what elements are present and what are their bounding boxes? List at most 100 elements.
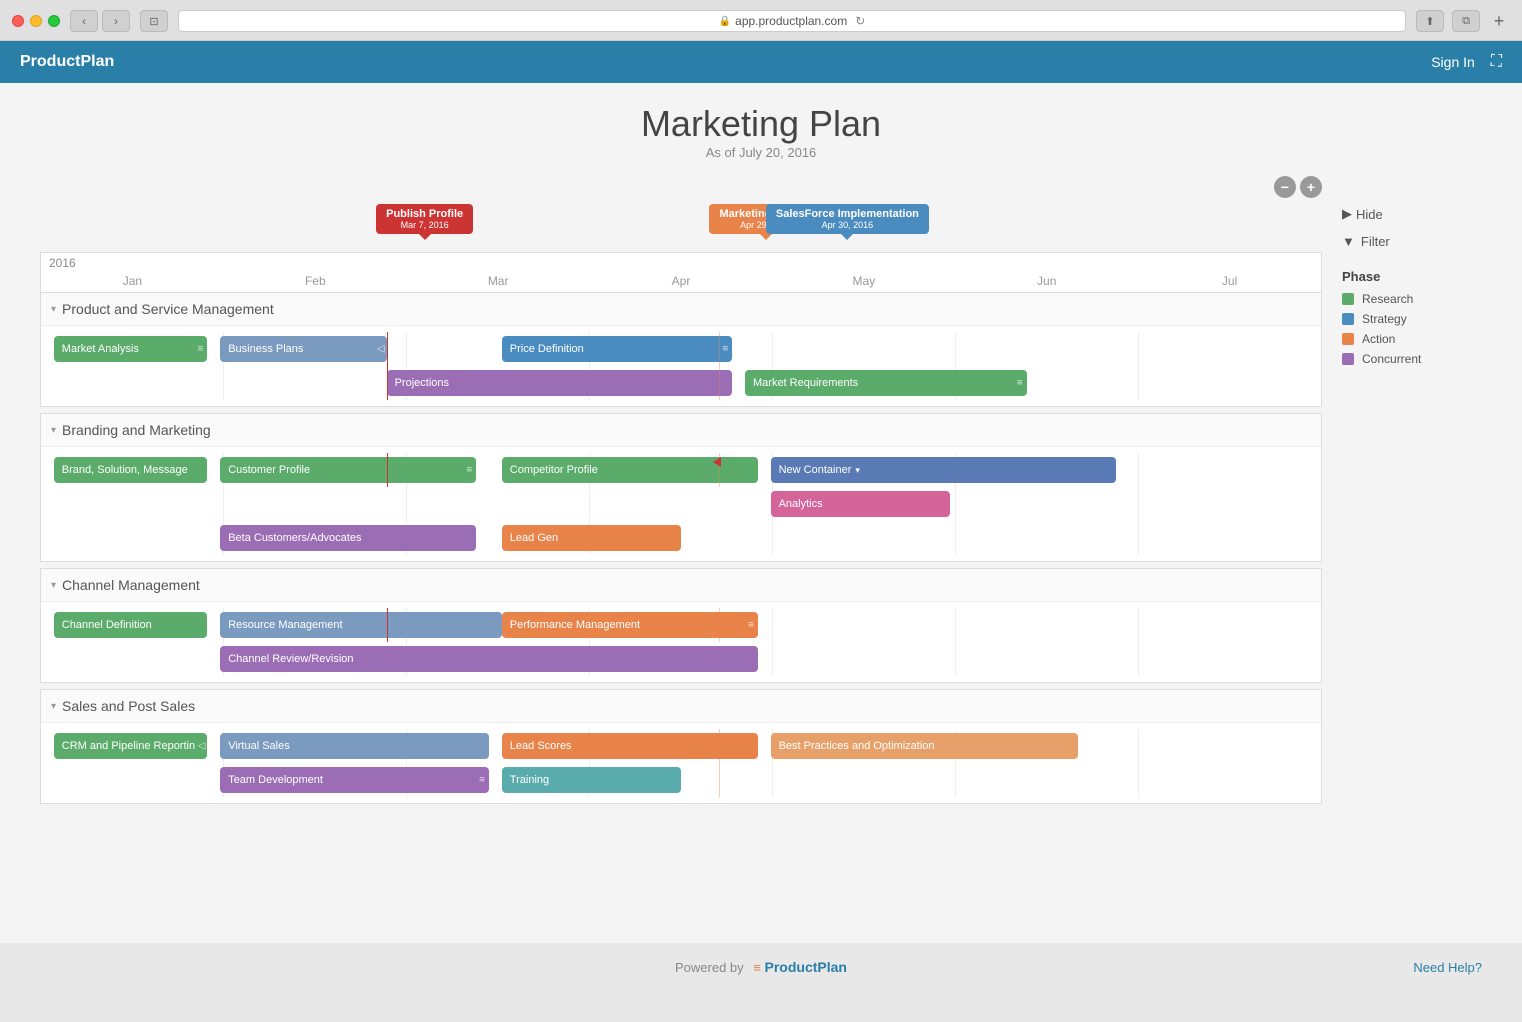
browser-chrome: ‹ › ⊡ 🔒 app.productplan.com ↻ ⬆ ⧉ + bbox=[0, 0, 1522, 41]
collapse-icon[interactable]: ▾ bbox=[51, 425, 56, 436]
bar-channel-review[interactable]: Channel Review/Revision bbox=[220, 646, 758, 672]
bar-new-container[interactable]: New Container ▾ bbox=[771, 457, 1117, 483]
gantt-row: Market Analysis ≡ Business Plans ◁ Price… bbox=[41, 332, 1321, 366]
flag-icon bbox=[713, 457, 721, 467]
expand-icon[interactable]: ⛶ bbox=[1491, 53, 1502, 71]
filter-button[interactable]: ▼ Filter bbox=[1342, 234, 1482, 249]
bar-resource-management[interactable]: Resource Management bbox=[220, 612, 502, 638]
forward-button[interactable]: › bbox=[102, 10, 130, 32]
bar-label: Best Practices and Optimization bbox=[779, 740, 935, 752]
brand-logo: ≡ ProductPlan bbox=[753, 960, 847, 975]
bar-crm-pipeline[interactable]: CRM and Pipeline Reportin ◁ bbox=[54, 733, 208, 759]
back-button[interactable]: ‹ bbox=[70, 10, 98, 32]
bar-menu-icon3[interactable]: ≡ bbox=[1017, 378, 1023, 389]
bar-market-analysis[interactable]: Market Analysis ≡ bbox=[54, 336, 208, 362]
bar-label: Competitor Profile bbox=[510, 464, 598, 476]
section-product-service: ▾ Product and Service Management bbox=[40, 292, 1322, 407]
bar-menu-icon4[interactable]: ≡ bbox=[466, 465, 472, 476]
filter-icon: ▼ bbox=[1342, 234, 1355, 249]
zoom-in-button[interactable]: + bbox=[1300, 176, 1322, 198]
zoom-out-button[interactable]: − bbox=[1274, 176, 1296, 198]
bar-label: Channel Definition bbox=[62, 619, 152, 631]
milestone-publish-profile[interactable]: Publish Profile Mar 7, 2016 bbox=[376, 204, 473, 240]
legend-item-action: Action bbox=[1342, 332, 1482, 346]
section-header-channel: ▾ Channel Management bbox=[41, 569, 1321, 602]
new-window-button[interactable]: ⧉ bbox=[1452, 10, 1480, 32]
need-help-link[interactable]: Need Help? bbox=[1413, 960, 1482, 975]
month-jul: Jul bbox=[1138, 272, 1321, 290]
chevron-right-icon: ▶ bbox=[1342, 206, 1352, 222]
bar-brand-solution[interactable]: Brand, Solution, Message bbox=[54, 457, 208, 483]
legend-label-concurrent: Concurrent bbox=[1362, 352, 1421, 366]
lock-icon: 🔒 bbox=[719, 16, 731, 27]
bar-menu-icon5[interactable]: ≡ bbox=[748, 620, 754, 631]
bar-label: Channel Review/Revision bbox=[228, 653, 353, 665]
year-label: 2016 bbox=[41, 253, 1321, 270]
month-apr: Apr bbox=[590, 272, 773, 290]
bar-lead-gen[interactable]: Lead Gen bbox=[502, 525, 681, 551]
bar-menu-icon[interactable]: ≡ bbox=[198, 344, 204, 355]
section-branding: ▾ Branding and Marketing bbox=[40, 413, 1322, 562]
gantt-row: Channel Review/Revision bbox=[41, 642, 1321, 676]
legend-section: Phase Research Strategy Action Concurren… bbox=[1342, 269, 1482, 366]
close-button[interactable] bbox=[12, 15, 24, 27]
bar-market-requirements[interactable]: Market Requirements ≡ bbox=[745, 370, 1027, 396]
month-may: May bbox=[772, 272, 955, 290]
bar-business-plans[interactable]: Business Plans ◁ bbox=[220, 336, 386, 362]
month-jan: Jan bbox=[41, 272, 224, 290]
sidebar-panel: ▶ Hide ▼ Filter Phase Research Strategy bbox=[1322, 176, 1482, 810]
legend-color-action bbox=[1342, 333, 1354, 345]
bar-beta-customers[interactable]: Beta Customers/Advocates bbox=[220, 525, 476, 551]
section-header-product: ▾ Product and Service Management bbox=[41, 293, 1321, 326]
footer: Powered by ≡ ProductPlan Need Help? bbox=[0, 943, 1522, 991]
filter-label: Filter bbox=[1361, 234, 1390, 249]
bar-projections[interactable]: Projections bbox=[387, 370, 733, 396]
page-title: Marketing Plan bbox=[0, 103, 1522, 145]
app-navbar: ProductPlan Sign In ⛶ bbox=[0, 41, 1522, 83]
bar-handle-icon[interactable]: ◁ bbox=[377, 344, 385, 355]
month-jun: Jun bbox=[955, 272, 1138, 290]
collapse-icon[interactable]: ▾ bbox=[51, 304, 56, 315]
bar-menu-icon6[interactable]: ≡ bbox=[479, 775, 485, 786]
bar-menu-icon2[interactable]: ≡ bbox=[722, 344, 728, 355]
bar-label: Virtual Sales bbox=[228, 740, 290, 752]
legend-title: Phase bbox=[1342, 269, 1482, 284]
address-bar[interactable]: 🔒 app.productplan.com ↻ bbox=[178, 10, 1406, 32]
bar-analytics[interactable]: Analytics bbox=[771, 491, 950, 517]
bar-best-practices[interactable]: Best Practices and Optimization bbox=[771, 733, 1078, 759]
maximize-button[interactable] bbox=[48, 15, 60, 27]
sign-in-link[interactable]: Sign In bbox=[1431, 54, 1475, 70]
bar-training[interactable]: Training bbox=[502, 767, 681, 793]
section-title-product: Product and Service Management bbox=[62, 301, 274, 317]
bar-label: Performance Management bbox=[510, 619, 640, 631]
milestone-label: SalesForce Implementation bbox=[776, 208, 919, 220]
add-tab-button[interactable]: + bbox=[1488, 10, 1510, 32]
bar-label: Price Definition bbox=[510, 343, 584, 355]
bar-customer-profile[interactable]: Customer Profile ≡ bbox=[220, 457, 476, 483]
milestone-salesforce[interactable]: SalesForce Implementation Apr 30, 2016 bbox=[766, 204, 929, 240]
traffic-lights bbox=[12, 15, 60, 27]
bar-virtual-sales[interactable]: Virtual Sales bbox=[220, 733, 489, 759]
minimize-button[interactable] bbox=[30, 15, 42, 27]
tab-icon: ⊡ bbox=[140, 10, 168, 32]
hide-button[interactable]: ▶ Hide bbox=[1342, 206, 1482, 222]
bar-team-development[interactable]: Team Development ≡ bbox=[220, 767, 489, 793]
share-button[interactable]: ⬆ bbox=[1416, 10, 1444, 32]
section-header-sales: ▾ Sales and Post Sales bbox=[41, 690, 1321, 723]
section-body-branding: Brand, Solution, Message Customer Profil… bbox=[41, 447, 1321, 561]
gantt-row: Brand, Solution, Message Customer Profil… bbox=[41, 453, 1321, 487]
dropdown-icon[interactable]: ▾ bbox=[855, 465, 860, 476]
collapse-icon[interactable]: ▾ bbox=[51, 701, 56, 712]
legend-label-strategy: Strategy bbox=[1362, 312, 1407, 326]
bar-channel-definition[interactable]: Channel Definition bbox=[54, 612, 208, 638]
legend-color-concurrent bbox=[1342, 353, 1354, 365]
page-subtitle: As of July 20, 2016 bbox=[0, 145, 1522, 160]
milestone-date: Apr 30, 2016 bbox=[776, 220, 919, 230]
section-title-sales: Sales and Post Sales bbox=[62, 698, 195, 714]
bar-label: Projections bbox=[395, 377, 449, 389]
bar-label: Analytics bbox=[779, 498, 823, 510]
refresh-icon[interactable]: ↻ bbox=[855, 14, 865, 28]
bar-handle-icon2[interactable]: ◁ bbox=[198, 741, 206, 752]
bar-price-definition[interactable]: Price Definition ≡ bbox=[502, 336, 732, 362]
collapse-icon[interactable]: ▾ bbox=[51, 580, 56, 591]
